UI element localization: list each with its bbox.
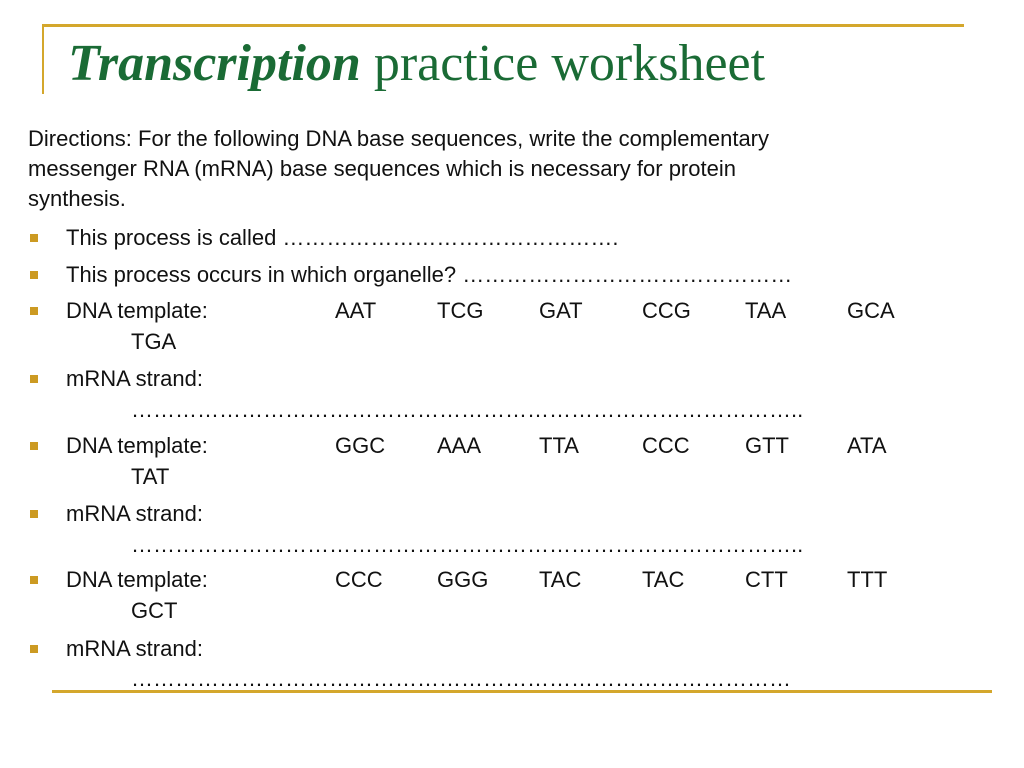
answer-blank[interactable]: ………………………………………: [462, 262, 792, 287]
dna-codon: GGG: [437, 567, 489, 592]
square-bullet-icon: [30, 375, 38, 383]
dna-codon: AAA: [437, 433, 482, 458]
question-organelle: This process occurs in which organelle? …: [66, 260, 792, 290]
square-bullet-icon: [30, 576, 38, 584]
dna-template-label: DNA template:: [66, 567, 208, 592]
mrna-strand-label: mRNA strand:: [66, 501, 203, 526]
left-accent-rule: [42, 24, 44, 94]
mrna-strand-label: mRNA strand:: [66, 366, 203, 391]
dna-codon: CCC: [642, 433, 690, 458]
dna-codon: TAC: [539, 567, 582, 592]
dna-codon: TAC: [642, 567, 685, 592]
directions-line-1: Directions: For the following DNA base s…: [28, 126, 770, 151]
worksheet-slide: Transcription practice worksheet Directi…: [0, 0, 1024, 768]
dna-template-label: DNA template:: [66, 298, 208, 323]
square-bullet-icon: [30, 442, 38, 450]
dna-codon-continuation: TAT: [131, 464, 170, 489]
dna-codon: CCC: [335, 567, 383, 592]
square-bullet-icon: [30, 307, 38, 315]
square-bullet-icon: [30, 234, 38, 242]
dna-codon-continuation: GCT: [131, 598, 178, 623]
title-rest: practice worksheet: [360, 35, 766, 92]
square-bullet-icon: [30, 510, 38, 518]
dna-codon: TTT: [847, 567, 888, 592]
dna-template-label: DNA template:: [66, 433, 208, 458]
bottom-accent-rule: [52, 690, 992, 693]
answer-blank[interactable]: ……………………………………….: [282, 225, 618, 250]
question-process-name: This process is called ……………………………………….: [66, 223, 619, 253]
dna-codon: GAT: [539, 298, 583, 323]
dna-codon: ATA: [847, 433, 887, 458]
dna-codon: GGC: [335, 433, 386, 458]
top-accent-rule: [42, 24, 964, 27]
dna-codon: GCA: [847, 298, 895, 323]
page-title: Transcription practice worksheet: [68, 38, 765, 90]
dna-codon: GTT: [745, 433, 789, 458]
dna-codon: CTT: [745, 567, 788, 592]
square-bullet-icon: [30, 271, 38, 279]
title-emphasis: Transcription: [68, 35, 361, 92]
directions-line-3: synthesis.: [28, 186, 126, 211]
directions-line-2: messenger RNA (mRNA) base sequences whic…: [28, 156, 736, 181]
question-label: This process is called: [66, 225, 283, 250]
dna-codon: TTA: [539, 433, 579, 458]
directions-text: Directions: For the following DNA base s…: [28, 124, 769, 214]
dna-codon: TAA: [745, 298, 787, 323]
mrna-strand-label: mRNA strand:: [66, 636, 203, 661]
mrna-answer-blank[interactable]: ………………………………………………………………………………..: [131, 530, 891, 560]
dna-codon-continuation: TGA: [131, 329, 177, 354]
question-label: This process occurs in which organelle?: [66, 262, 463, 287]
dna-codon: CCG: [642, 298, 691, 323]
dna-codon: AAT: [335, 298, 377, 323]
mrna-answer-blank[interactable]: ………………………………………………………………………………..: [131, 395, 891, 425]
dna-codon: TCG: [437, 298, 484, 323]
square-bullet-icon: [30, 645, 38, 653]
